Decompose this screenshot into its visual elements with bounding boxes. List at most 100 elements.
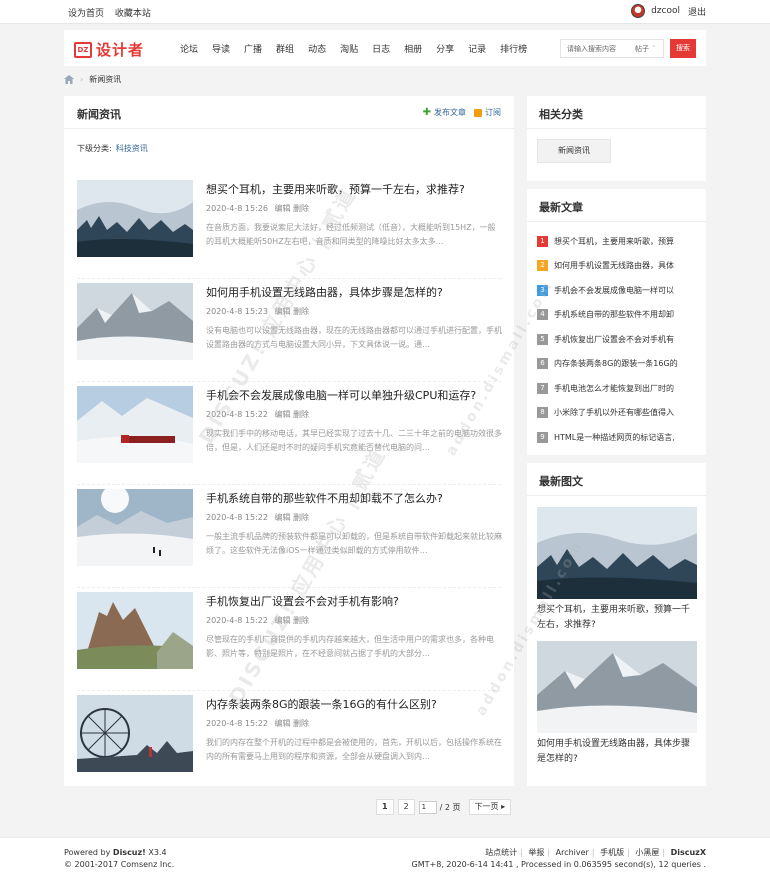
nav-item-records[interactable]: 记录 xyxy=(468,42,486,55)
footer-link-mobile[interactable]: 手机版 xyxy=(600,848,624,857)
site-logo[interactable]: DZ 设计者 xyxy=(74,39,144,60)
footer-link-report[interactable]: 举报 xyxy=(528,848,544,857)
article-thumbnail[interactable] xyxy=(77,386,193,463)
list-item[interactable]: 5 手机恢复出厂设置会不会对手机有 xyxy=(537,327,697,352)
list-item: 想买个耳机，主要用来听歌，预算一千左右，求推荐? 2020-4-8 15:26 … xyxy=(77,176,501,279)
nav-item-blog[interactable]: 日志 xyxy=(372,42,390,55)
panel-header: 最新文章 xyxy=(527,189,706,222)
nav-item-ranking[interactable]: 排行榜 xyxy=(500,42,527,55)
article-summary: 在音质方面，我要说索尼大法好，经过低频测试（低音），大概能听到15HZ，一般的耳… xyxy=(206,223,496,246)
footer-link-discuzx[interactable]: DiscuzX xyxy=(671,848,706,857)
delete-link[interactable]: 删除 xyxy=(293,719,309,728)
subscribe-link[interactable]: 订阅 xyxy=(485,107,501,118)
picture-thumbnail[interactable] xyxy=(537,641,697,733)
related-categories-panel: 相关分类 新闻资讯 xyxy=(527,96,706,181)
caret-right-icon: ▸ xyxy=(501,802,506,811)
article-thumbnail[interactable] xyxy=(77,695,193,772)
list-item[interactable]: 7 手机电池怎么才能恢复到出厂时的 xyxy=(537,376,697,401)
picture-title[interactable]: 想买个耳机，主要用来听歌，预算一千左右，求推荐? xyxy=(537,603,697,633)
discuz-link[interactable]: Discuz! xyxy=(113,848,146,857)
nav-item-guide[interactable]: 导读 xyxy=(212,42,230,55)
search-button[interactable]: 搜索 xyxy=(670,39,696,58)
article-title[interactable]: 如何用手机设置无线路由器，具体步骤是怎样的? xyxy=(206,284,443,300)
footer-link-archiver[interactable]: Archiver xyxy=(556,848,589,857)
nav-item-forum[interactable]: 论坛 xyxy=(180,42,198,55)
site-header: DZ 设计者 论坛 导读 广播 群组 动态 淘贴 日志 相册 分享 记录 排行榜… xyxy=(64,30,706,66)
edit-link[interactable]: 编辑 xyxy=(274,513,290,522)
article-summary: 尽管现在的手机厂商提供的手机内存越来越大，但生活中用户的需求也多，各种电影、照片… xyxy=(206,635,494,658)
logout-link[interactable]: 退出 xyxy=(688,5,706,18)
edit-link[interactable]: 编辑 xyxy=(274,719,290,728)
article-title[interactable]: 内存条装两条8G的跟装一条16G的有什么区别? xyxy=(206,696,437,712)
divider: | xyxy=(662,848,666,857)
search-type-select[interactable]: 帖子 ˅ xyxy=(635,44,656,54)
article-title[interactable]: 手机会不会发展成像电脑一样可以单独升级CPU和运存? xyxy=(206,387,476,403)
article-thumbnail[interactable] xyxy=(77,489,193,566)
page-1-button[interactable]: 1 xyxy=(376,799,394,815)
list-item[interactable]: 3 手机会不会发展成像电脑一样可以 xyxy=(537,278,697,303)
delete-link[interactable]: 删除 xyxy=(293,513,309,522)
article-title[interactable]: 手机系统自带的那些软件不用却卸载不了怎么办? xyxy=(206,490,443,506)
picture-item: 如何用手机设置无线路由器，具体步骤是怎样的? xyxy=(537,641,697,767)
delete-link[interactable]: 删除 xyxy=(293,410,309,419)
nav-item-album[interactable]: 相册 xyxy=(404,42,422,55)
page-number-input[interactable]: 1 xyxy=(418,800,437,814)
article-list: 想买个耳机，主要用来听歌，预算一千左右，求推荐? 2020-4-8 15:26 … xyxy=(77,176,502,794)
page-title: 新闻资讯 xyxy=(77,108,121,121)
panel-actions: ✚ 发布文章 订阅 xyxy=(423,107,501,118)
page-2-button[interactable]: 2 xyxy=(397,799,415,815)
rank-badge: 4 xyxy=(537,309,548,321)
edit-link[interactable]: 编辑 xyxy=(274,204,290,213)
rank-badge: 9 xyxy=(537,431,548,443)
set-homepage-link[interactable]: 设为首页 xyxy=(68,9,104,19)
list-item[interactable]: 2 如何用手机设置无线路由器，具体 xyxy=(537,254,697,279)
rank-badge: 2 xyxy=(537,260,548,272)
edit-link[interactable]: 编辑 xyxy=(274,307,290,316)
edit-link[interactable]: 编辑 xyxy=(274,616,290,625)
picture-thumbnail[interactable] xyxy=(537,507,697,599)
article-thumbnail[interactable] xyxy=(77,592,193,669)
article-meta: 2020-4-8 15:26 编辑 删除 xyxy=(206,203,309,214)
list-item: 如何用手机设置无线路由器，具体步骤是怎样的? 2020-4-8 15:23 编辑… xyxy=(77,279,502,382)
article-title[interactable]: 手机恢复出厂设置会不会对手机有影响? xyxy=(206,593,399,609)
nav-item-broadcast[interactable]: 广播 xyxy=(244,42,262,55)
nav-item-activity[interactable]: 动态 xyxy=(308,42,326,55)
delete-link[interactable]: 删除 xyxy=(293,616,309,625)
article-thumbnail[interactable] xyxy=(77,283,193,360)
picture-item: 想买个耳机，主要用来听歌，预算一千左右，求推荐? xyxy=(537,507,697,633)
list-item[interactable]: 8 小米除了手机以外还有哪些值得入 xyxy=(537,401,697,426)
rank-badge: 3 xyxy=(537,284,548,296)
avatar[interactable] xyxy=(631,4,646,18)
picture-list: 想买个耳机，主要用来听歌，预算一千左右，求推荐? 如何用手机设置无线路由器，具体… xyxy=(537,507,697,775)
footer-link-stats[interactable]: 站点统计 xyxy=(485,848,517,857)
list-item[interactable]: 6 内存条装两条8G的跟装一条16G的 xyxy=(537,352,697,377)
breadcrumb-current[interactable]: 新闻资讯 xyxy=(89,74,121,85)
latest-title: 手机恢复出厂设置会不会对手机有 xyxy=(554,334,674,344)
article-meta: 2020-4-8 15:22 编辑 删除 xyxy=(206,512,309,523)
picture-title[interactable]: 如何用手机设置无线路由器，具体步骤是怎样的? xyxy=(537,737,697,767)
footer-link-blackroom[interactable]: 小黑屋 xyxy=(635,848,659,857)
chevron-down-icon: ˅ xyxy=(652,45,656,53)
list-item[interactable]: 4 手机系统自带的那些软件不用却卸 xyxy=(537,303,697,328)
article-title[interactable]: 想买个耳机，主要用来听歌，预算一千左右，求推荐? xyxy=(206,181,465,197)
username-link[interactable]: dzcool xyxy=(651,6,680,16)
add-favorite-link[interactable]: 收藏本站 xyxy=(115,9,151,19)
latest-pictures-panel: 最新图文 想买个耳机，主要用来听歌，预算一千左右，求推荐? 如何用手机设置无线路… xyxy=(527,463,706,786)
delete-link[interactable]: 删除 xyxy=(293,307,309,316)
list-item[interactable]: 1 想买个耳机，主要用来听歌，预算 xyxy=(537,229,697,254)
top-links: 设为首页 收藏本站 xyxy=(68,6,159,19)
nav-item-collections[interactable]: 淘贴 xyxy=(340,42,358,55)
article-date: 2020-4-8 15:26 xyxy=(206,204,268,213)
post-article-link[interactable]: 发布文章 xyxy=(434,107,466,118)
home-icon[interactable] xyxy=(64,75,74,84)
nav-item-groups[interactable]: 群组 xyxy=(276,42,294,55)
edit-link[interactable]: 编辑 xyxy=(274,410,290,419)
subcategory-link[interactable]: 科技资讯 xyxy=(116,144,148,153)
next-page-button[interactable]: 下一页 ▸ xyxy=(468,799,512,815)
delete-link[interactable]: 删除 xyxy=(293,204,309,213)
search-input[interactable]: 请输入搜索内容 xyxy=(567,44,616,54)
article-thumbnail[interactable] xyxy=(77,180,193,257)
nav-item-share[interactable]: 分享 xyxy=(436,42,454,55)
category-button[interactable]: 新闻资讯 xyxy=(537,139,611,163)
list-item[interactable]: 9 HTML是一种描述网页的标记语言, xyxy=(537,425,697,450)
